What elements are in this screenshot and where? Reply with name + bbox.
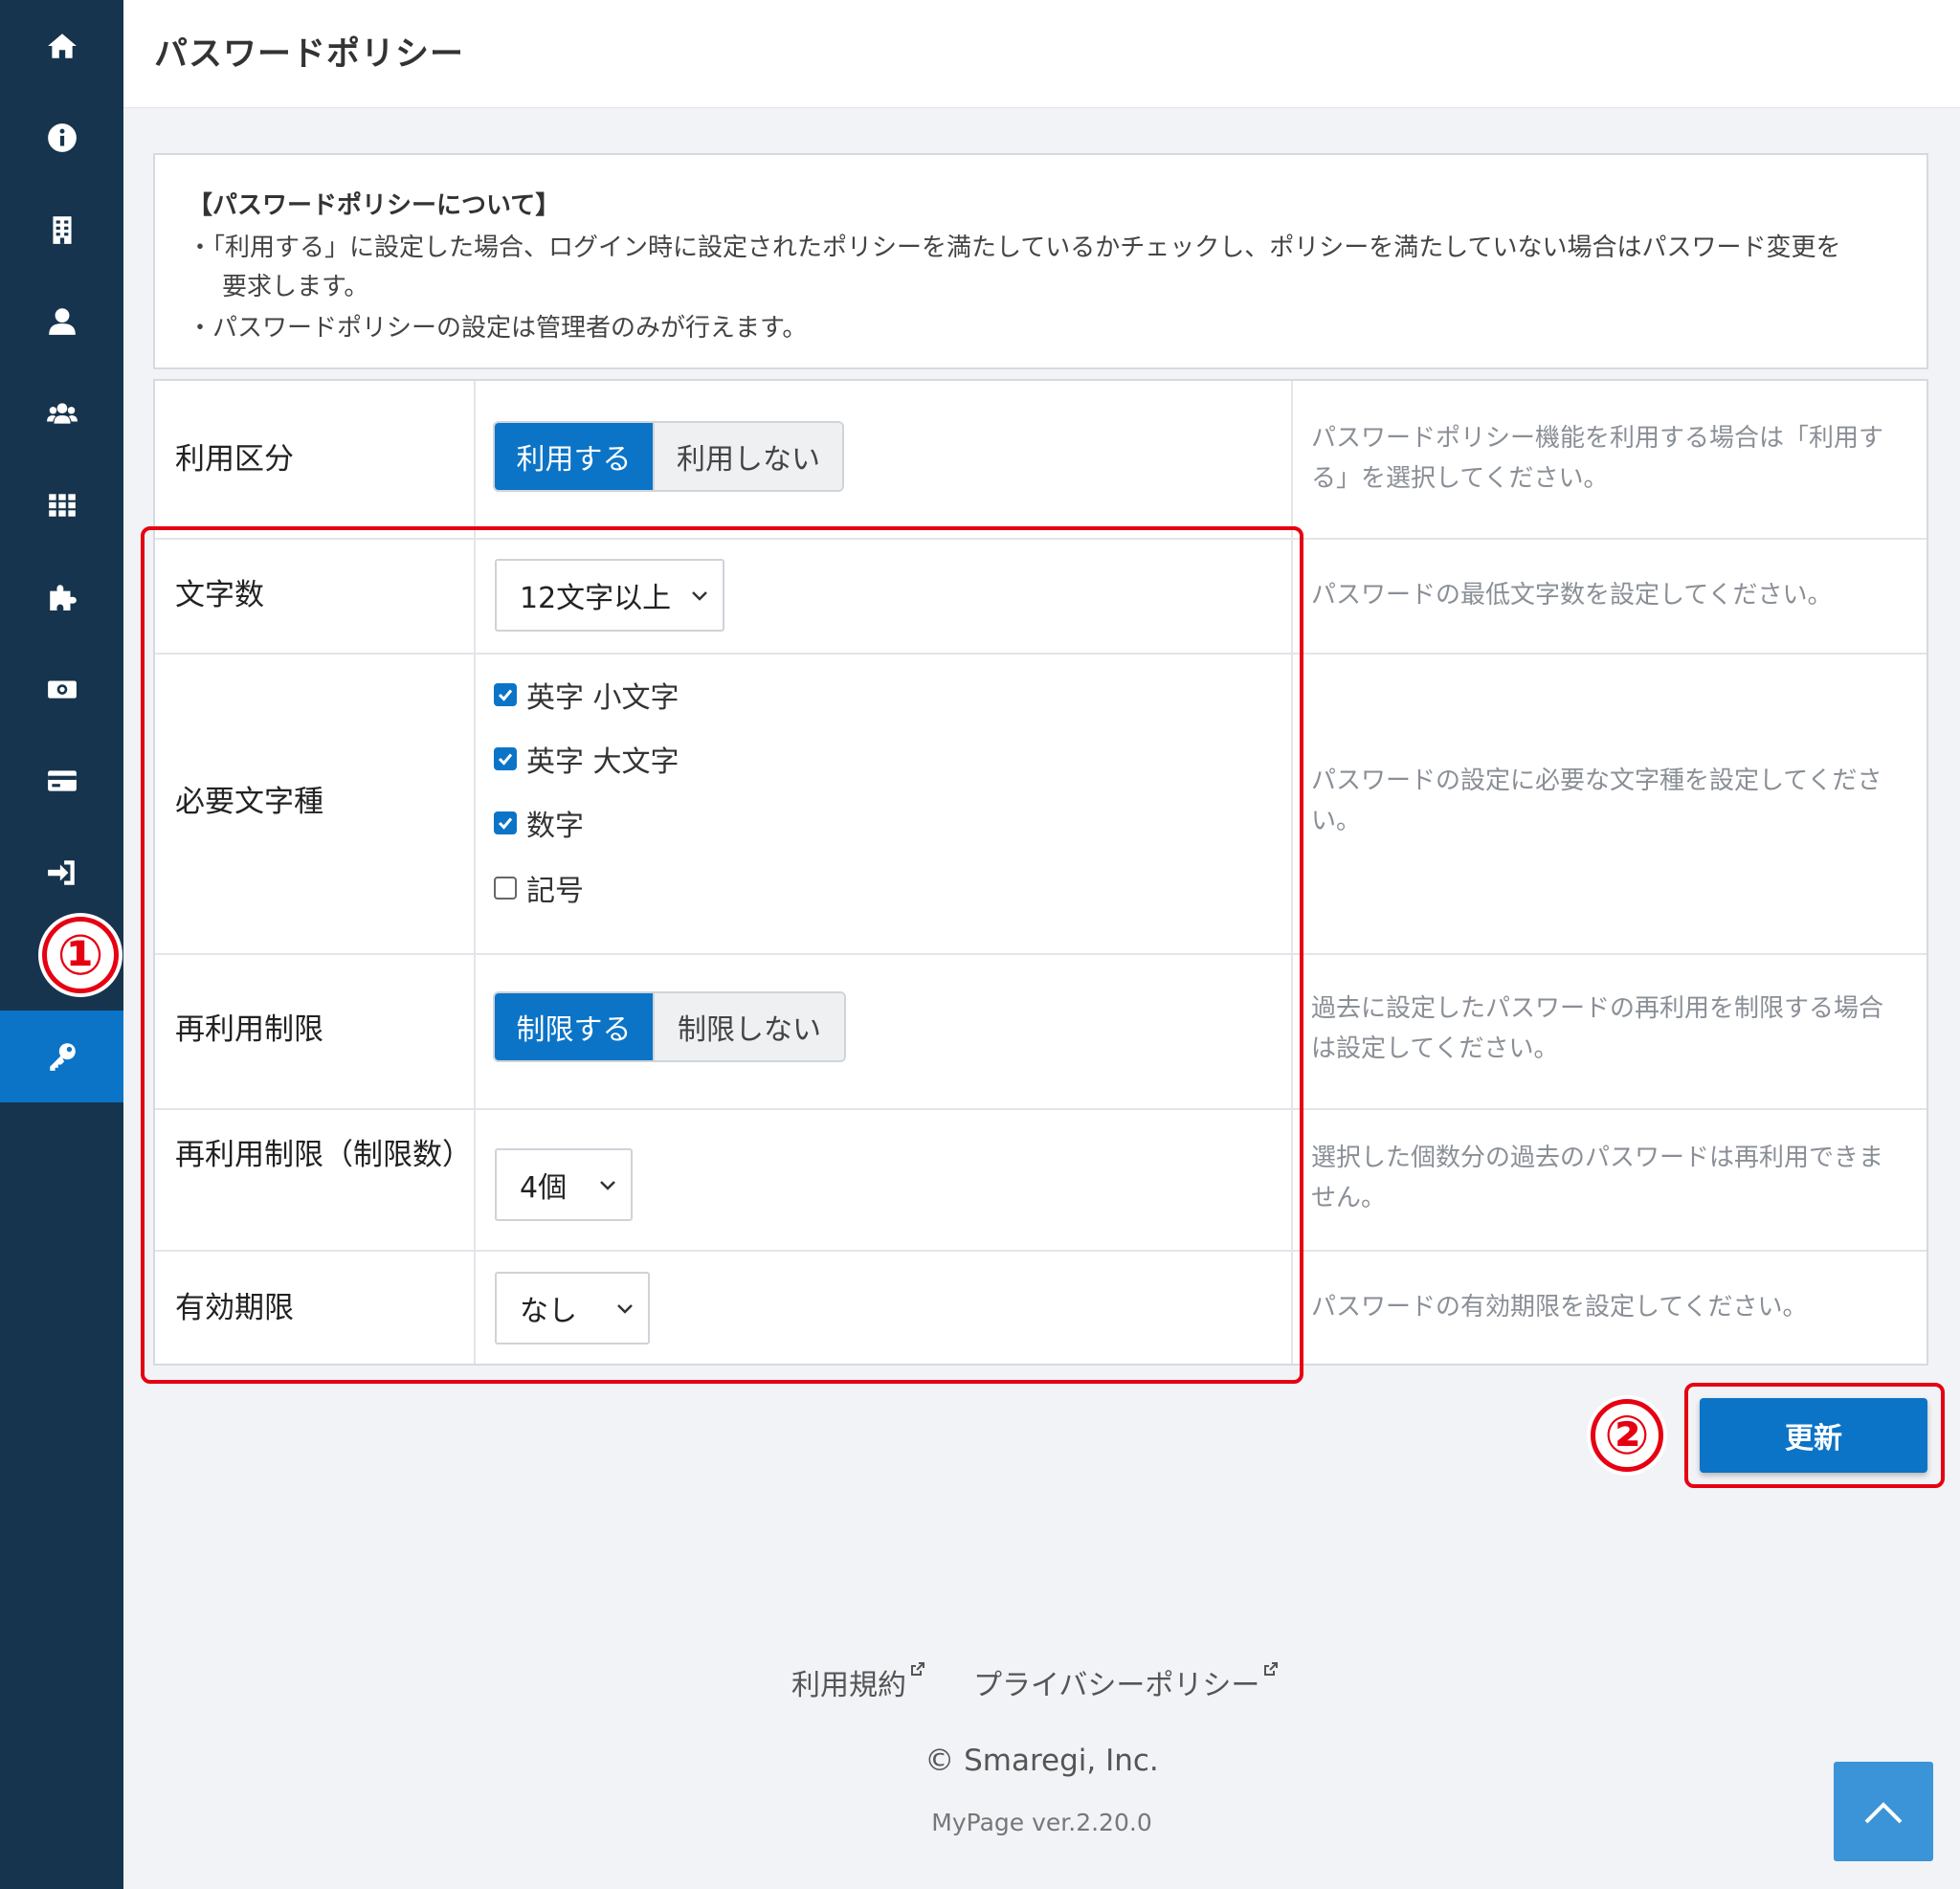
update-button[interactable]: 更新 xyxy=(1700,1398,1927,1473)
page-title: パスワードポリシー xyxy=(154,35,465,74)
usage-label: 利用区分 xyxy=(175,442,294,477)
usage-toggle: 利用する 利用しない xyxy=(493,421,844,492)
terms-link[interactable]: 利用規約 xyxy=(791,1661,925,1703)
usage-on-button[interactable]: 利用する xyxy=(495,423,654,490)
nav-company[interactable] xyxy=(0,184,123,276)
money-icon xyxy=(47,680,77,699)
version-label: MyPage ver.2.20.0 xyxy=(931,1809,1152,1836)
reuse-count-help: 選択した個数分の過去のパスワードは再利用できません。 xyxy=(1311,1144,1884,1212)
length-help: パスワードの最低文字数を設定してください。 xyxy=(1311,581,1833,610)
highlight-settings-box xyxy=(141,526,1303,1384)
nav-info[interactable] xyxy=(0,92,123,184)
sign-in-icon xyxy=(47,860,75,885)
info-icon xyxy=(47,123,77,152)
credit-card-icon xyxy=(47,770,77,791)
annotation-2: ② xyxy=(1591,1399,1663,1472)
nav-apps[interactable] xyxy=(0,459,123,551)
usage-off-button[interactable]: 利用しない xyxy=(653,423,842,490)
external-link-icon xyxy=(911,1662,924,1676)
nav-billing[interactable] xyxy=(0,643,123,735)
usage-help: パスワードポリシー機能を利用する場合は「利用する」を選択してください。 xyxy=(1311,424,1884,493)
user-icon xyxy=(48,308,76,335)
puzzle-icon xyxy=(49,585,77,611)
info-box: 【パスワードポリシーについて】 ・「利用する」に設定した場合、ログイン時に設定さ… xyxy=(153,153,1928,369)
expiry-help: パスワードの有効期限を設定してください。 xyxy=(1311,1293,1808,1322)
grid-icon xyxy=(48,494,76,517)
info-title: 【パスワードポリシーについて】 xyxy=(188,191,561,220)
chartypes-help: パスワードの設定に必要な文字種を設定してください。 xyxy=(1311,767,1882,835)
external-link-icon xyxy=(1264,1662,1279,1676)
privacy-link-label: プライバシーポリシー xyxy=(973,1669,1260,1702)
info-line-3: ・パスワードポリシーの設定は管理者のみが行えます。 xyxy=(188,314,808,343)
privacy-link[interactable]: プライバシーポリシー xyxy=(973,1661,1279,1703)
annotation-1: ① xyxy=(42,917,119,993)
nav-home[interactable] xyxy=(0,0,123,92)
building-icon xyxy=(52,216,72,244)
reuse-help: 過去に設定したパスワードの再利用を制限する場合は設定してください。 xyxy=(1311,994,1884,1063)
info-line-1: ・「利用する」に設定した場合、ログイン時に設定されたポリシーを満たしているかチェ… xyxy=(188,233,1841,262)
nav-users[interactable] xyxy=(0,367,123,459)
home-icon xyxy=(47,33,77,58)
nav-password-policy[interactable] xyxy=(0,1011,123,1102)
nav-login-history[interactable] xyxy=(0,827,123,919)
nav-user[interactable] xyxy=(0,276,123,367)
copyright: © Smaregi, Inc. xyxy=(924,1744,1159,1778)
key-icon xyxy=(49,1043,76,1071)
scroll-top-button[interactable] xyxy=(1834,1762,1933,1861)
nav-payment[interactable] xyxy=(0,735,123,827)
info-line-2: 要求します。 xyxy=(222,273,369,301)
chevron-up-icon xyxy=(1864,1802,1903,1824)
terms-link-label: 利用規約 xyxy=(791,1669,906,1702)
nav-plugins[interactable] xyxy=(0,551,123,643)
users-icon xyxy=(46,403,78,424)
